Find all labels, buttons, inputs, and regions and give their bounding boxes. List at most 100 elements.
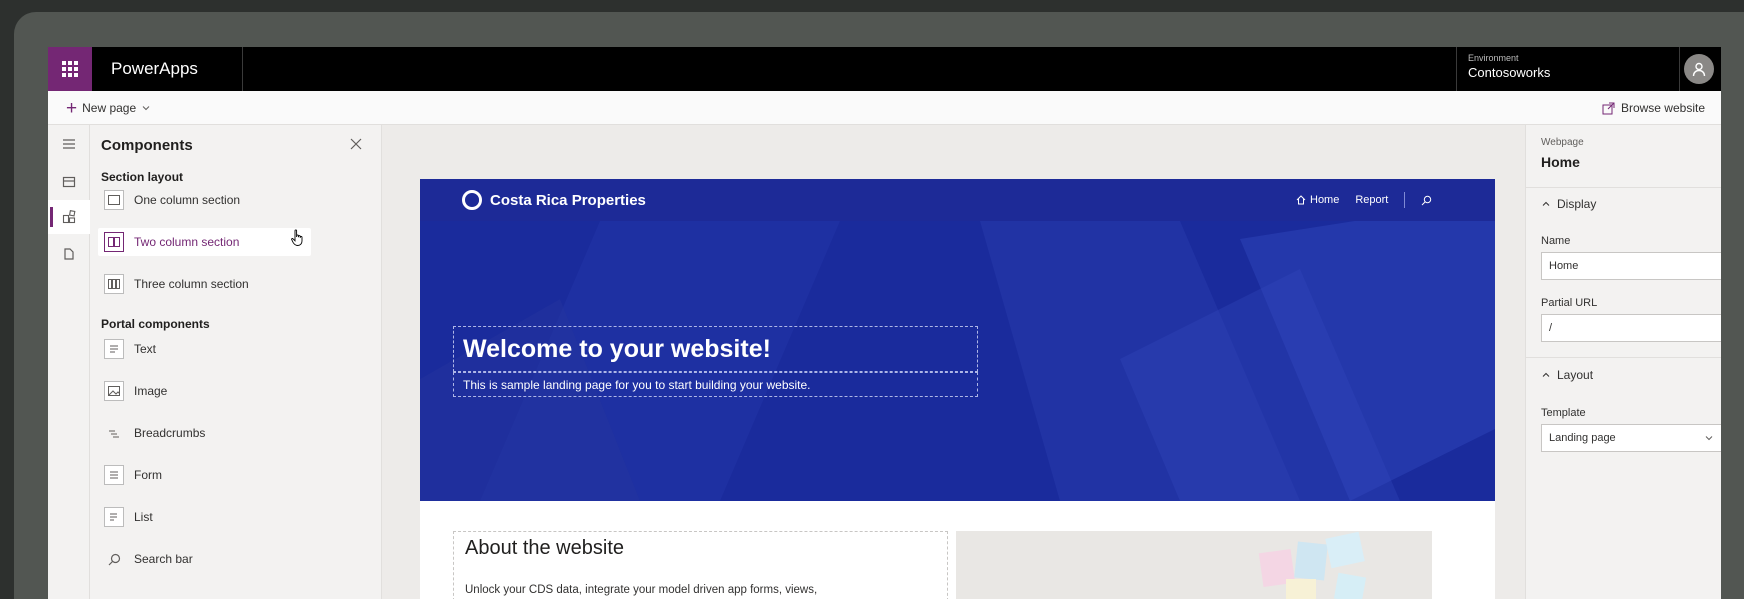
properties-panel: Webpage Home Display Name Home Partial U… <box>1525 125 1721 599</box>
new-page-label: New page <box>82 101 137 115</box>
home-icon <box>1296 195 1306 205</box>
two-column-icon <box>104 232 124 252</box>
plus-icon: + <box>66 97 78 119</box>
command-bar: + New page Browse website <box>48 91 1721 125</box>
search-icon <box>104 549 124 569</box>
rail-files-button[interactable] <box>48 237 90 271</box>
rail-menu-button[interactable] <box>48 127 90 161</box>
hero-section[interactable]: Costa Rica Properties Home Report Welcom… <box>420 179 1495 501</box>
component-image[interactable]: Image <box>98 377 311 405</box>
chevron-down-icon <box>142 106 150 111</box>
component-label: One column section <box>134 193 241 207</box>
partial-url-field[interactable]: / <box>1541 314 1721 342</box>
app-window: PowerApps Environment Contosoworks + New… <box>48 47 1721 599</box>
topbar-divider <box>242 47 243 91</box>
properties-type-label: Webpage <box>1541 137 1584 148</box>
component-label: List <box>134 510 153 524</box>
display-section-toggle[interactable]: Display <box>1541 197 1721 211</box>
waffle-icon <box>62 61 78 77</box>
image-icon <box>104 381 124 401</box>
environment-label: Environment <box>1468 53 1519 63</box>
chevron-up-icon <box>1542 201 1550 206</box>
site-brand[interactable]: Costa Rica Properties <box>462 179 646 221</box>
browse-website-label: Browse website <box>1620 101 1705 115</box>
close-panel-button[interactable] <box>350 137 362 155</box>
about-text: Unlock your CDS data, integrate your mod… <box>465 584 818 596</box>
site-navbar: Costa Rica Properties Home Report <box>420 179 1495 221</box>
text-icon <box>104 339 124 359</box>
components-icon <box>62 210 76 224</box>
rail-components-button[interactable] <box>48 200 90 234</box>
person-icon <box>1692 62 1706 77</box>
browse-website-button[interactable]: Browse website <box>1602 91 1705 125</box>
about-image[interactable] <box>956 531 1432 599</box>
close-icon <box>350 138 362 150</box>
left-rail <box>48 125 90 599</box>
component-label: Text <box>134 342 157 356</box>
hero-subtitle[interactable]: This is sample landing page for you to s… <box>453 372 978 397</box>
template-dropdown[interactable]: Landing page <box>1541 424 1721 452</box>
form-icon <box>104 465 124 485</box>
nav-divider <box>1404 192 1406 208</box>
brand-logo-icon <box>462 190 482 210</box>
partial-url-label: Partial URL <box>1541 297 1598 309</box>
name-label: Name <box>1541 235 1571 247</box>
nav-home-link[interactable]: Home <box>1296 194 1339 206</box>
rail-pages-button[interactable] <box>48 165 90 199</box>
component-breadcrumbs[interactable]: Breadcrumbs <box>98 419 311 447</box>
component-list[interactable]: List <box>98 503 311 531</box>
nav-report-link[interactable]: Report <box>1355 194 1388 206</box>
breadcrumbs-icon <box>104 423 124 443</box>
properties-divider <box>1526 187 1721 188</box>
hamburger-icon <box>63 139 75 149</box>
component-label: Breadcrumbs <box>134 426 206 440</box>
layout-section-toggle[interactable]: Layout <box>1541 368 1721 382</box>
topbar-divider <box>1679 47 1680 91</box>
design-canvas[interactable]: Costa Rica Properties Home Report Welcom… <box>382 125 1525 599</box>
website-preview: Costa Rica Properties Home Report Welcom… <box>420 179 1495 599</box>
brand-name: Costa Rica Properties <box>490 191 646 209</box>
component-label: Three column section <box>134 277 249 291</box>
pages-icon <box>62 176 76 188</box>
portal-components-label: Portal components <box>101 317 210 331</box>
three-column-icon <box>104 274 124 294</box>
component-label: Search bar <box>134 552 193 566</box>
about-title: About the website <box>465 537 624 559</box>
app-launcher-button[interactable] <box>48 47 92 91</box>
sticky-notes-illustration <box>956 531 1432 599</box>
template-value: Landing page <box>1549 432 1616 444</box>
component-search-bar[interactable]: Search bar <box>98 545 311 573</box>
app-name: PowerApps <box>111 59 198 78</box>
chevron-down-icon <box>1705 436 1713 441</box>
component-text[interactable]: Text <box>98 335 311 363</box>
avatar[interactable] <box>1684 54 1714 84</box>
components-title: Components <box>101 137 193 154</box>
properties-divider <box>1526 357 1721 358</box>
component-form[interactable]: Form <box>98 461 311 489</box>
component-label: Two column section <box>134 235 240 249</box>
new-page-button[interactable]: + New page <box>66 91 151 125</box>
component-label: Form <box>134 468 162 482</box>
component-one-column-section[interactable]: One column section <box>98 186 311 214</box>
external-link-icon <box>1602 102 1615 114</box>
section-layout-label: Section layout <box>101 170 184 184</box>
components-panel: Components Section layout One column sec… <box>90 125 382 599</box>
name-field[interactable]: Home <box>1541 252 1721 280</box>
component-label: Image <box>134 384 168 398</box>
environment-value: Contosoworks <box>1468 65 1551 80</box>
chevron-up-icon <box>1542 372 1550 377</box>
top-bar: PowerApps Environment Contosoworks <box>48 47 1721 91</box>
component-two-column-section[interactable]: Two column section <box>98 228 311 256</box>
properties-page-name: Home <box>1541 154 1580 170</box>
component-three-column-section[interactable]: Three column section <box>98 270 311 298</box>
hero-title[interactable]: Welcome to your website! <box>453 326 978 372</box>
files-icon <box>64 248 74 260</box>
list-icon <box>104 507 124 527</box>
topbar-divider <box>1456 47 1457 91</box>
search-icon[interactable] <box>1421 195 1432 206</box>
site-nav-links: Home Report <box>1296 179 1432 221</box>
about-section[interactable]: About the website Unlock your CDS data, … <box>453 531 948 599</box>
one-column-icon <box>104 190 124 210</box>
hand-pointer-cursor <box>291 229 303 246</box>
environment-picker[interactable]: Environment Contosoworks <box>1468 53 1550 80</box>
